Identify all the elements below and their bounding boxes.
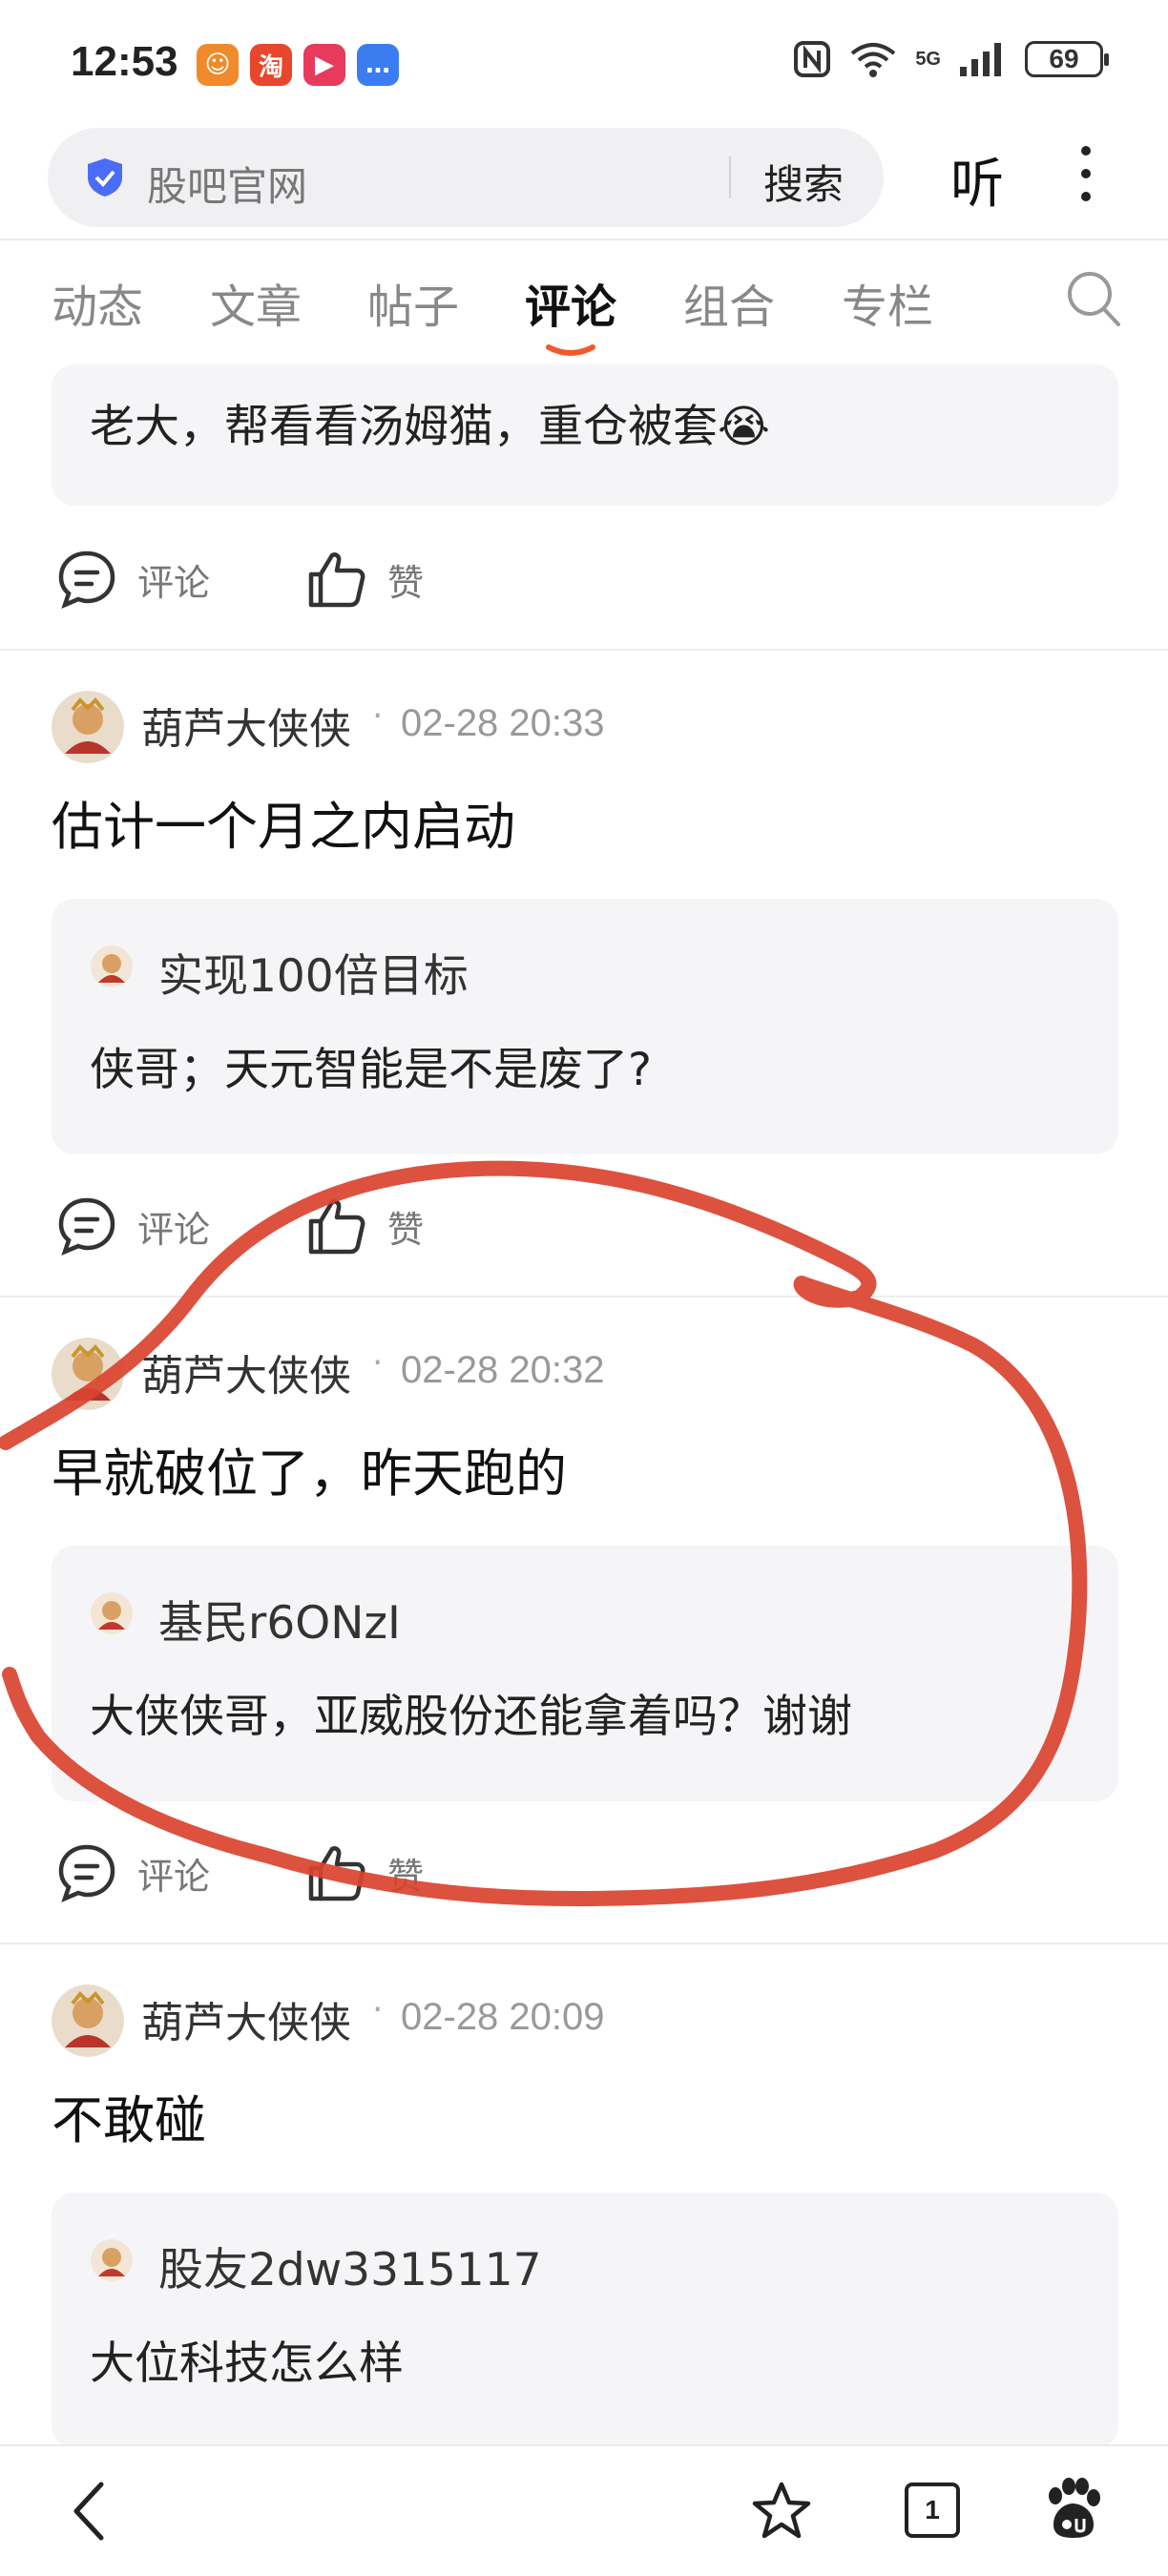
like-action[interactable]: 赞 — [305, 1195, 424, 1257]
taobao-app-icon: 淘 — [250, 44, 292, 86]
search-icon[interactable] — [1065, 269, 1122, 328]
quoted-user-avatar — [91, 1592, 133, 1634]
shield-icon — [88, 158, 122, 197]
comment-feed[interactable]: 老大，帮看看汤姆猫，重仓被套😭 评论 赞 葫芦大侠侠 · 02-28 20:33… — [0, 364, 1168, 2444]
post-text[interactable]: 估计一个月之内启动 — [52, 784, 515, 860]
tabs-count-button[interactable]: 1 — [905, 2483, 960, 2538]
avatar[interactable] — [52, 1338, 124, 1410]
comment-action[interactable]: 评论 — [55, 548, 210, 611]
post-divider — [0, 1296, 1168, 1298]
quoted-text: 大位科技怎么样 — [90, 2337, 404, 2390]
separator-dot: · — [372, 1990, 384, 2029]
thumbs-up-icon — [308, 1846, 365, 1901]
active-tab-indicator — [546, 344, 595, 356]
like-label: 赞 — [387, 1855, 425, 1898]
quoted-text: 大侠侠哥，亚威股份还能拿着吗？谢谢 — [90, 1691, 852, 1743]
quoted-text: 老大，帮看看汤姆猫，重仓被套😭 — [90, 401, 770, 453]
like-action[interactable]: 赞 — [305, 548, 424, 611]
site-name: 股吧官网 — [147, 163, 308, 210]
battery-indicator: 69 — [1025, 41, 1109, 77]
header-divider — [0, 239, 1168, 240]
more-menu-icon[interactable] — [1080, 143, 1092, 204]
comment-icon — [58, 551, 115, 610]
comment-label: 评论 — [137, 561, 211, 604]
quoted-user-name[interactable]: 实现100倍目标 — [158, 939, 469, 1005]
like-label: 赞 — [387, 561, 425, 604]
post-text[interactable]: 早就破位了，昨天跑的 — [52, 1431, 567, 1506]
comment-icon — [58, 1844, 115, 1903]
avatar[interactable] — [52, 691, 124, 763]
quoted-user-name[interactable]: 基民r6ONzI — [158, 1586, 401, 1652]
quoted-comment[interactable]: 股友2dw3315117 大位科技怎么样 — [52, 2192, 1118, 2444]
tab-comments[interactable]: 评论 — [525, 269, 616, 336]
shop-app-icon: ☺ — [197, 44, 239, 86]
post-time: 02-28 20:32 — [401, 1349, 605, 1391]
video-app-icon: ▶ — [303, 44, 345, 86]
like-label: 赞 — [387, 1208, 425, 1251]
thumbs-up-icon — [308, 1199, 365, 1255]
quoted-user-avatar — [91, 2239, 133, 2281]
address-bar[interactable]: 股吧官网 搜索 — [48, 128, 884, 227]
quoted-text: 侠哥；天元智能是不是废了? — [90, 1044, 652, 1096]
message-app-icon: … — [357, 44, 399, 86]
quoted-user-avatar — [91, 945, 133, 987]
search-button[interactable]: 搜索 — [763, 153, 844, 211]
post-time: 02-28 20:09 — [401, 1996, 605, 2038]
comment-label: 评论 — [137, 1208, 211, 1251]
author-name[interactable]: 葫芦大侠侠 — [141, 695, 351, 756]
like-action[interactable]: 赞 — [305, 1841, 424, 1904]
wifi-icon — [851, 43, 896, 77]
tab-articles[interactable]: 文章 — [210, 269, 302, 336]
quoted-comment[interactable]: 基民r6ONzI 大侠侠哥，亚威股份还能拿着吗？谢谢 — [52, 1546, 1118, 1801]
notification-app-icons: ☺ 淘 ▶ … — [197, 44, 399, 86]
tab-bar: 动态 文章 帖子 评论 组合 专栏 — [0, 269, 1168, 356]
quoted-comment[interactable]: 老大，帮看看汤姆猫，重仓被套😭 — [52, 364, 1118, 506]
address-divider — [729, 156, 731, 198]
post-text[interactable]: 不敢碰 — [52, 2078, 206, 2153]
signal-icon — [960, 43, 1001, 76]
author-name[interactable]: 葫芦大侠侠 — [141, 1988, 351, 2049]
listen-button[interactable]: 听 — [950, 141, 1004, 218]
tab-column[interactable]: 专栏 — [842, 269, 933, 336]
tab-posts[interactable]: 帖子 — [367, 269, 459, 336]
quoted-comment[interactable]: 实现100倍目标 侠哥；天元智能是不是废了? — [52, 899, 1118, 1154]
separator-dot: · — [372, 1343, 384, 1382]
bottom-toolbar: 1 — [0, 2444, 1168, 2576]
star-icon[interactable] — [750, 2481, 813, 2542]
status-indicators: 5G 69 — [793, 40, 1109, 78]
comment-label: 评论 — [137, 1855, 211, 1898]
baidu-paw-icon[interactable] — [1044, 2477, 1101, 2542]
quoted-user-name[interactable]: 股友2dw3315117 — [158, 2233, 542, 2298]
thumbs-up-icon — [308, 552, 365, 608]
post-time: 02-28 20:33 — [401, 702, 605, 744]
tab-dynamics[interactable]: 动态 — [52, 269, 143, 336]
avatar[interactable] — [52, 1984, 124, 2057]
status-bar: 12:53 ☺ 淘 ▶ … 5G 69 — [0, 0, 1168, 129]
nfc-icon — [794, 41, 831, 77]
post-divider — [0, 1942, 1168, 1944]
comment-action[interactable]: 评论 — [55, 1841, 210, 1904]
comment-action[interactable]: 评论 — [55, 1195, 210, 1257]
back-icon[interactable] — [71, 2481, 109, 2542]
comment-icon — [58, 1197, 115, 1257]
author-name[interactable]: 葫芦大侠侠 — [141, 1341, 351, 1402]
network-type-label: 5G — [915, 48, 941, 70]
tab-portfolio[interactable]: 组合 — [683, 269, 775, 336]
separator-dot: · — [372, 696, 384, 736]
status-time: 12:53 — [71, 38, 178, 85]
post-divider — [0, 649, 1168, 651]
